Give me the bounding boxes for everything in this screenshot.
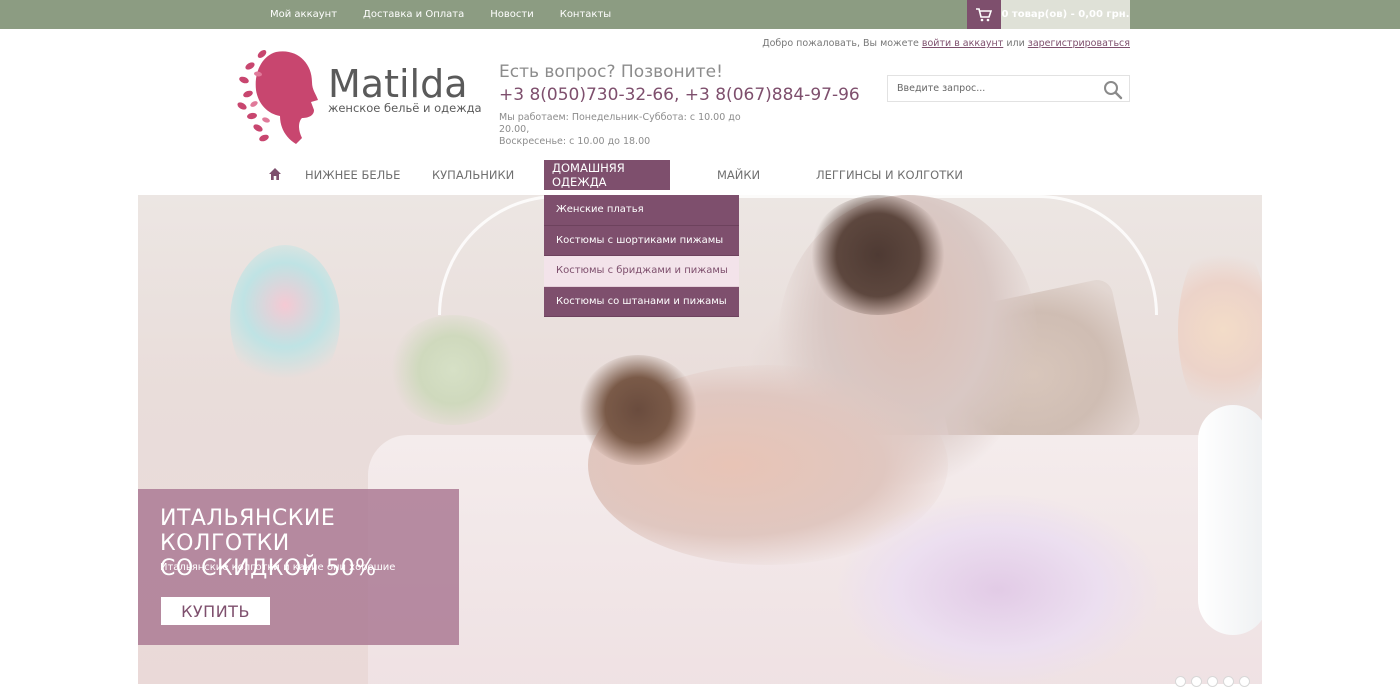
main-navigation: НИЖНЕЕ БЕЛЬЕ КУПАЛЬНИКИ ДОМАШНЯЯ ОДЕЖДА …: [0, 160, 1400, 190]
login-link[interactable]: войти в аккаунт: [922, 38, 1003, 49]
contacts-link[interactable]: Контакты: [560, 9, 611, 20]
cart-icon-button[interactable]: [967, 0, 1001, 29]
news-link[interactable]: Новости: [490, 9, 533, 20]
logo-subtitle: женское бельё и одежда: [328, 101, 482, 115]
promo-banner: ИТАЛЬЯНСКИЕ КОЛГОТКИ СО СКИДКОЙ 50% Итал…: [138, 489, 459, 645]
working-hours-line2: Воскресенье: с 10.00 до 18.00: [499, 136, 651, 147]
nav-item-swimwear[interactable]: КУПАЛЬНИКИ: [424, 160, 522, 190]
my-account-link[interactable]: Мой аккаунт: [270, 9, 337, 20]
welcome-or: или: [1006, 38, 1025, 49]
phone-numbers: +3 8(050)730-32-66, +3 8(067)884-97-96: [499, 85, 860, 105]
buy-button[interactable]: КУПИТЬ: [161, 597, 270, 625]
welcome-text: Добро пожаловать, Вы можете войти в акка…: [762, 38, 1130, 49]
logo-icon[interactable]: [236, 44, 320, 146]
homewear-dropdown-menu: Женские платья Костюмы с шортиками пижам…: [544, 195, 739, 317]
delivery-payment-link[interactable]: Доставка и Оплата: [363, 9, 464, 20]
working-hours: Мы работаем: Понедельник-Суббота: с 10.0…: [499, 112, 759, 148]
working-hours-line1: Мы работаем: Понедельник-Суббота: с 10.0…: [499, 112, 741, 135]
dropdown-item-dresses[interactable]: Женские платья: [544, 195, 739, 226]
search-icon[interactable]: [1103, 80, 1123, 100]
search-input[interactable]: [888, 76, 1098, 101]
cart-icon: [976, 7, 992, 21]
nav-item-tshirts[interactable]: МАЙКИ: [709, 160, 768, 190]
promo-subtitle: Итальянские колготки и какие они хорошие: [160, 562, 396, 573]
register-link[interactable]: зарегистрироваться: [1028, 38, 1130, 49]
slider-pagination: [1175, 676, 1250, 687]
nav-item-leggings[interactable]: ЛЕГГИНСЫ И КОЛГОТКИ: [808, 160, 971, 190]
cart-summary[interactable]: 0 товар(ов) - 0,00 грн.: [1001, 0, 1130, 29]
logo-title[interactable]: Matilda: [328, 64, 468, 104]
slider-dot[interactable]: [1239, 676, 1250, 687]
home-icon[interactable]: [268, 167, 282, 181]
search-box: [887, 75, 1130, 102]
dropdown-item-pants-pajamas[interactable]: Костюмы со штанами и пижамы: [544, 286, 739, 317]
nav-item-homewear[interactable]: ДОМАШНЯЯ ОДЕЖДА: [544, 160, 670, 190]
slider-dot[interactable]: [1207, 676, 1218, 687]
contact-question: Есть вопрос? Позвоните!: [499, 62, 723, 82]
nav-item-lingerie[interactable]: НИЖНЕЕ БЕЛЬЕ: [297, 160, 408, 190]
promo-title-line1: ИТАЛЬЯНСКИЕ КОЛГОТКИ: [160, 506, 336, 556]
dropdown-item-breeches-pajamas[interactable]: Костюмы с бриджами и пижамы: [544, 256, 739, 287]
top-navigation: Мой аккаунт Доставка и Оплата Новости Ко…: [270, 0, 637, 29]
slider-dot[interactable]: [1191, 676, 1202, 687]
top-bar: Мой аккаунт Доставка и Оплата Новости Ко…: [0, 0, 1400, 29]
slider-dot[interactable]: [1223, 676, 1234, 687]
cart-summary-text: 0 товар(ов) - 0,00 грн.: [1001, 9, 1130, 20]
welcome-prefix: Добро пожаловать, Вы можете: [762, 38, 919, 49]
dropdown-item-shorts-pajamas[interactable]: Костюмы с шортиками пижамы: [544, 225, 739, 256]
slider-dot[interactable]: [1175, 676, 1186, 687]
